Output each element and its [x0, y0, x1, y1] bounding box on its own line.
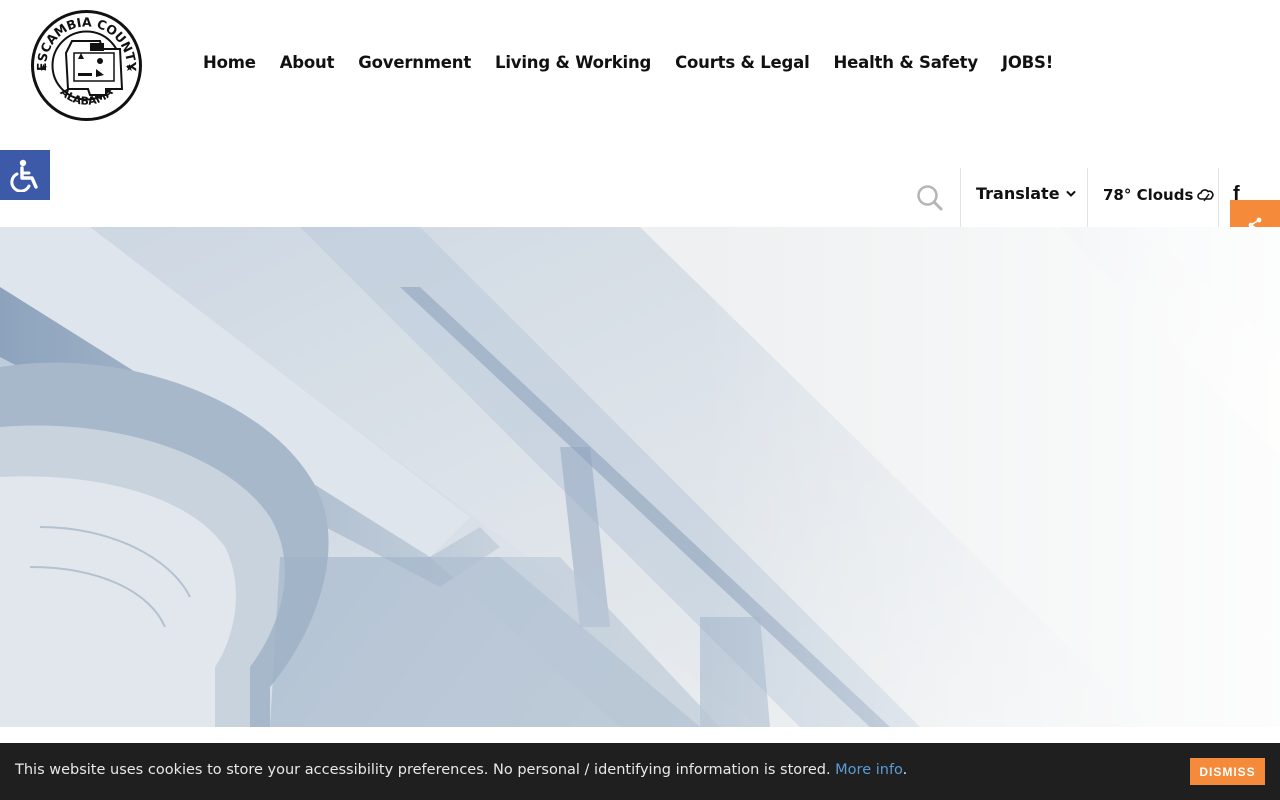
nav-jobs[interactable]: JOBS!: [1002, 53, 1053, 72]
wheelchair-icon: [10, 159, 38, 192]
cookie-message: This website uses cookies to store your …: [15, 762, 907, 778]
nav-living-working[interactable]: Living & Working: [495, 53, 651, 72]
nav-government[interactable]: Government: [358, 53, 471, 72]
svg-text:★: ★: [39, 63, 48, 74]
site-header: ESCAMBIA COUNTY ALABAMA ★ ★ Home About G…: [0, 0, 1280, 250]
accessibility-button[interactable]: [0, 150, 50, 200]
hero-image: [0, 227, 1280, 727]
weather-widget[interactable]: 78° Clouds: [1103, 186, 1215, 204]
cookie-period: .: [902, 762, 908, 778]
weather-label: 78° Clouds: [1103, 186, 1194, 204]
main-nav: Home About Government Living & Working C…: [203, 53, 1077, 72]
nav-about[interactable]: About: [280, 53, 335, 72]
search-button[interactable]: [900, 168, 960, 227]
utility-divider: [1087, 168, 1088, 227]
utility-divider: [960, 168, 961, 227]
nav-home[interactable]: Home: [203, 53, 256, 72]
nav-courts-legal[interactable]: Courts & Legal: [675, 53, 810, 72]
translate-label: Translate: [976, 184, 1060, 203]
more-info-link[interactable]: More info: [835, 762, 903, 778]
translate-dropdown[interactable]: Translate: [976, 184, 1076, 203]
cookie-banner: This website uses cookies to store your …: [0, 743, 1280, 800]
svg-text:★: ★: [125, 63, 134, 74]
dismiss-button[interactable]: DISMISS: [1190, 758, 1265, 785]
nav-health-safety[interactable]: Health & Safety: [834, 53, 979, 72]
search-icon: [917, 184, 943, 210]
cloud-icon: [1197, 189, 1214, 202]
chevron-down-icon: [1066, 190, 1076, 197]
column-illustration: [0, 227, 1280, 727]
cookie-message-text: This website uses cookies to store your …: [15, 762, 831, 778]
county-seal-icon[interactable]: ESCAMBIA COUNTY ALABAMA ★ ★: [30, 9, 143, 122]
utility-divider: [1218, 168, 1219, 227]
